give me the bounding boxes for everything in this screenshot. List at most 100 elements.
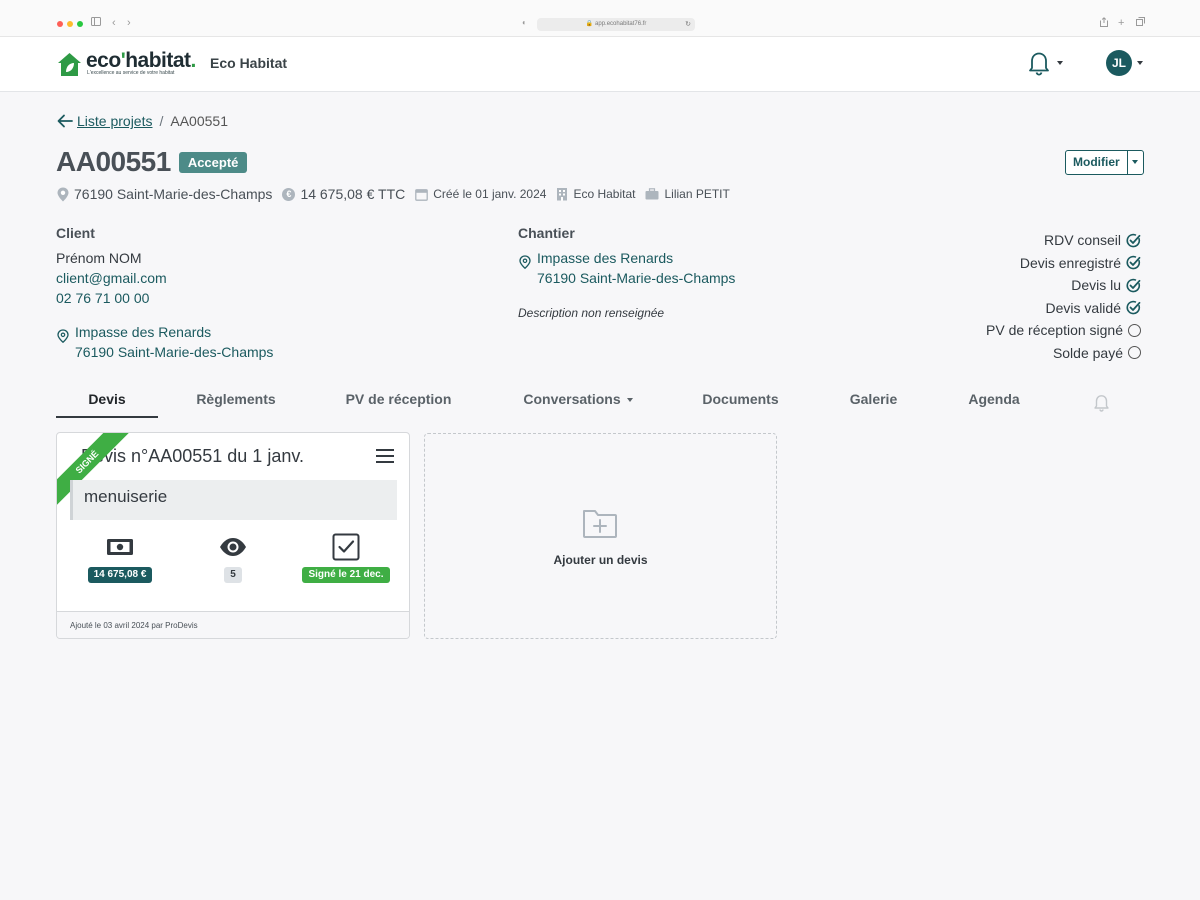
privacy-shield-icon: ◐ (522, 18, 527, 27)
title-row: AA00551 Accepté (56, 146, 248, 178)
checkbox-checked-icon (332, 533, 360, 561)
tab-overview-icon[interactable] (1136, 17, 1145, 29)
checklist-item: RDV conseil (921, 229, 1141, 252)
check-circle-icon (1126, 301, 1141, 315)
meta-location: 76190 Saint-Marie-des-Champs (57, 186, 272, 202)
checklist-item: Devis enregistré (921, 252, 1141, 275)
calendar-icon (415, 188, 429, 201)
map-pin-icon (57, 329, 69, 343)
check-circle-icon (1126, 256, 1141, 270)
site-address[interactable]: Impasse des Renards 76190 Saint-Marie-de… (519, 248, 735, 288)
briefcase-icon (645, 188, 659, 200)
site-heading: Chantier (518, 225, 575, 241)
project-tabs: Devis Règlements PV de réception Convers… (56, 383, 1144, 418)
client-email-link[interactable]: client@gmail.com (56, 270, 167, 286)
tab-conversations[interactable]: Conversations (508, 383, 648, 418)
progress-checklist: RDV conseil Devis enregistré Devis lu De… (921, 229, 1141, 364)
check-circle-icon (1126, 233, 1141, 248)
site-address-line1: Impasse des Renards (537, 250, 674, 266)
meta-created: Créé le 01 janv. 2024 (415, 187, 546, 201)
meta-company: Eco Habitat (556, 187, 635, 201)
forward-nav-icon[interactable]: › (127, 17, 131, 29)
maximize-window-button[interactable] (77, 21, 83, 27)
back-link-label: Liste projets (77, 113, 153, 129)
tab-conversations-label: Conversations (523, 391, 621, 407)
chevron-down-icon (626, 398, 633, 403)
client-address[interactable]: Impasse des Renards 76190 Saint-Marie-de… (57, 322, 273, 362)
brand-logo[interactable]: eco'habitat. L'excellence au service de … (57, 49, 197, 79)
lock-icon: 🔒 (585, 21, 594, 27)
checklist-label: Devis validé (1045, 299, 1121, 316)
checklist-label: RDV conseil (1043, 232, 1121, 249)
checklist-item: PV de réception signé (921, 319, 1141, 342)
client-address-line1: Impasse des Renards (75, 324, 212, 340)
meta-company-text: Eco Habitat (573, 187, 636, 201)
meta-contact: Lilian PETIT (645, 187, 730, 201)
tab-documents[interactable]: Documents (688, 383, 793, 418)
modify-button[interactable]: Modifier (1066, 151, 1127, 174)
tab-devis[interactable]: Devis (56, 383, 158, 418)
avatar: JL (1106, 50, 1132, 76)
back-to-projects-link[interactable]: Liste projets (57, 113, 152, 129)
close-window-button[interactable] (57, 21, 63, 27)
notifications-button[interactable] (1027, 50, 1067, 76)
tab-notifications[interactable] (1086, 383, 1116, 418)
checklist-label: Devis lu (1071, 277, 1121, 294)
quote-amount-badge: 14 675,08 € (87, 567, 153, 583)
quote-views-stat: 5 (178, 533, 288, 583)
minimize-window-button[interactable] (67, 21, 73, 27)
page-title: AA00551 (56, 146, 171, 177)
quote-card[interactable]: Devis n°AA00551 du 1 janv. SIGNÉ menuise… (56, 432, 410, 639)
share-icon[interactable] (1100, 17, 1108, 30)
tab-reglements[interactable]: Règlements (182, 383, 290, 418)
euro-icon: € (282, 187, 296, 201)
chevron-down-icon (1131, 160, 1138, 164)
tab-agenda[interactable]: Agenda (955, 383, 1033, 418)
reload-icon[interactable]: ↻ (685, 18, 691, 31)
add-quote-label: Ajouter un devis (553, 553, 648, 567)
quote-title: Devis n°AA00551 du 1 janv. (81, 446, 305, 466)
tab-pv-reception[interactable]: PV de réception (331, 383, 466, 418)
building-icon (557, 188, 568, 201)
chevron-down-icon (1137, 61, 1143, 65)
meta-created-text: Créé le 01 janv. 2024 (433, 187, 547, 201)
client-heading: Client (56, 225, 95, 241)
chevron-down-icon (1057, 61, 1063, 65)
client-name: Prénom NOM (56, 250, 142, 266)
window-controls (57, 21, 83, 27)
hamburger-menu-icon[interactable] (376, 449, 394, 463)
project-meta: 76190 Saint-Marie-des-Champs € 14 675,08… (57, 186, 740, 202)
meta-contact-text: Lilian PETIT (664, 187, 730, 201)
check-circle-icon (1126, 278, 1141, 293)
modify-dropdown-toggle[interactable] (1126, 151, 1143, 174)
client-phone-link[interactable]: 02 76 71 00 00 (56, 290, 149, 306)
map-pin-icon (57, 187, 69, 201)
breadcrumb: Liste projets / AA00551 (57, 113, 228, 129)
quote-signed-stat: Signé le 21 dec. (291, 533, 401, 583)
url-text: app.ecohabitat76.fr (595, 21, 647, 27)
client-address-line2: 76190 Saint-Marie-des-Champs (75, 344, 274, 360)
browser-chrome: ‹ › ◐ 🔒 app.ecohabitat76.fr ↻ + (0, 0, 1200, 37)
organization-name: Eco Habitat (210, 55, 288, 71)
quote-signed-badge: Signé le 21 dec. (302, 567, 390, 583)
banknote-icon (107, 539, 133, 555)
quote-views-badge: 5 (224, 567, 242, 583)
empty-circle-icon (1128, 323, 1141, 337)
address-bar[interactable]: 🔒 app.ecohabitat76.fr ↻ (537, 18, 695, 31)
quote-footer: Ajouté le 03 avril 2024 par ProDevis (57, 611, 409, 638)
status-badge: Accepté (178, 151, 248, 173)
user-menu-button[interactable]: JL (1106, 50, 1146, 76)
eye-icon (220, 538, 246, 556)
sidebar-toggle-icon[interactable] (91, 17, 101, 29)
add-quote-card[interactable]: Ajouter un devis (424, 433, 777, 639)
checklist-label: Devis enregistré (1019, 254, 1121, 271)
checklist-label: PV de réception signé (986, 322, 1123, 339)
breadcrumb-current: AA00551 (170, 113, 228, 129)
house-leaf-logo-icon (58, 53, 81, 76)
tab-galerie[interactable]: Galerie (836, 383, 911, 418)
site-description: Description non renseignée (518, 306, 665, 320)
new-tab-icon[interactable]: + (1118, 17, 1124, 29)
back-nav-icon[interactable]: ‹ (112, 17, 116, 29)
checklist-item: Devis validé (921, 297, 1141, 320)
breadcrumb-separator: / (159, 113, 164, 129)
